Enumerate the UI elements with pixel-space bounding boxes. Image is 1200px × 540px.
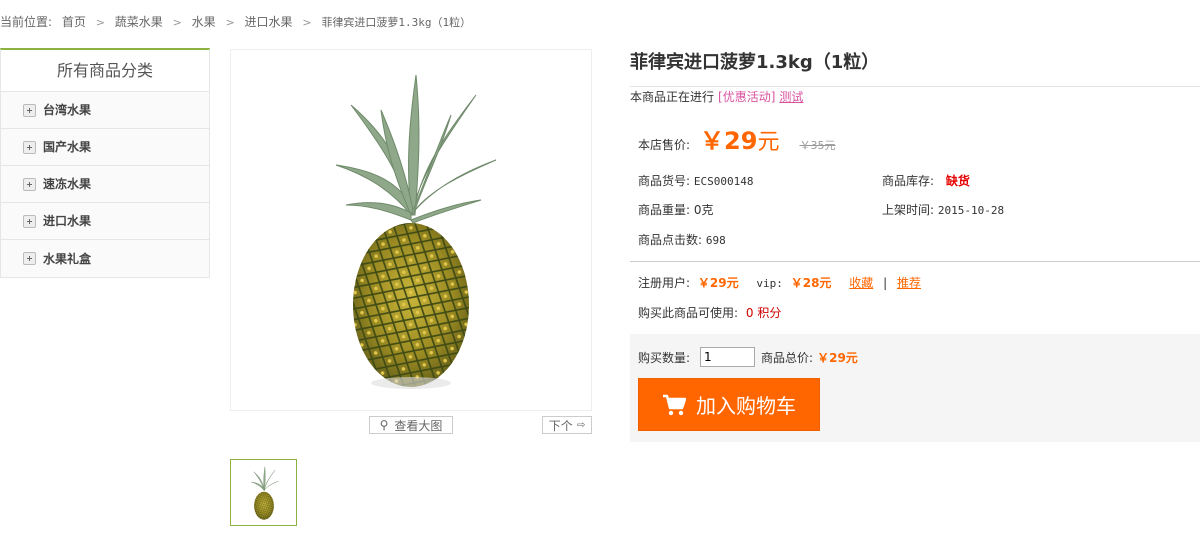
stock-attr: 商品库存: 缺货 [882, 172, 970, 190]
divider [630, 261, 1200, 262]
breadcrumb-home-link[interactable]: 首页 [62, 15, 86, 29]
weight-attr: 商品重量: 0克 [638, 201, 714, 219]
weight-value: 0克 [693, 203, 714, 217]
plus-icon [23, 214, 36, 228]
sidebar-item-domestic-fruit[interactable]: 国产水果 [1, 129, 209, 166]
sku-label: 商品货号: [638, 174, 691, 188]
total-price-label: 商品总价: [761, 350, 814, 365]
breadcrumb-imported-link[interactable]: 进口水果 [245, 15, 293, 29]
sidebar-item-label: 水果礼盒 [43, 251, 92, 266]
chevron-right-icon: > [225, 16, 235, 29]
pineapple-image [335, 74, 497, 389]
product-info: 菲律宾进口菠萝1.3kg（1粒） 本商品正在进行 [优惠活动] 测试 本店售价: ￥… [630, 49, 1200, 442]
breadcrumb-current: 菲律宾进口菠萝1.3kg（1粒） [321, 16, 472, 29]
points-line: 购买此商品可使用: 0 积分 [638, 304, 781, 322]
sidebar-item-imported-fruit[interactable]: 进口水果 [1, 203, 209, 240]
promo-line: 本商品正在进行 [优惠活动] 测试 [630, 88, 803, 106]
shop-price-label: 本店售价: [638, 138, 691, 152]
clicks-label: 商品点击数: [638, 233, 703, 247]
favorite-link[interactable]: 收藏 [849, 276, 873, 290]
view-large-image-label: 查看大图 [394, 418, 443, 433]
breadcrumb-vegfruit-link[interactable]: 蔬菜水果 [115, 15, 163, 29]
quantity-row: 购买数量: 商品总价: ￥29元 [638, 347, 858, 367]
breadcrumb-prefix: 当前位置: [0, 15, 53, 29]
pineapple-thumbnail-image [250, 466, 279, 520]
clicks-value: 698 [705, 234, 726, 247]
sidebar-item-label: 国产水果 [43, 140, 92, 154]
registered-user-price: ￥29元 [697, 276, 739, 290]
breadcrumb: 当前位置: 首页 > 蔬菜水果 > 水果 > 进口水果 > 菲律宾进口菠萝1.3… [0, 13, 471, 31]
arrow-right-icon: ⇨ [576, 419, 586, 431]
promo-text: 本商品正在进行 [630, 90, 715, 104]
registered-user-label: 注册用户: [638, 276, 691, 290]
product-title: 菲律宾进口菠萝1.3kg（1粒） [630, 52, 880, 73]
sidebar-item-label: 台湾水果 [43, 103, 92, 117]
chevron-right-icon: > [302, 16, 312, 29]
promo-tag: [优惠活动] [718, 90, 776, 104]
shop-price-symbol: ￥ [700, 127, 725, 155]
listing-date-attr: 上架时间: 2015-10-28 [882, 201, 1004, 219]
quantity-input[interactable] [700, 347, 756, 367]
weight-label: 商品重量: [638, 203, 691, 217]
stock-value: 缺货 [945, 174, 970, 188]
plus-icon [23, 252, 36, 265]
promo-link[interactable]: 测试 [779, 90, 803, 104]
shop-price-unit: 元 [757, 130, 780, 155]
sidebar-title: 所有商品分类 [1, 50, 209, 92]
vip-price: ￥28元 [790, 276, 832, 290]
chevron-right-icon: > [95, 16, 105, 29]
sidebar-item-taiwan-fruit[interactable]: 台湾水果 [1, 92, 209, 129]
sidebar-item-label: 速冻水果 [43, 177, 92, 191]
chevron-right-icon: > [172, 16, 182, 29]
next-image-button[interactable]: 下个 ⇨ [542, 416, 592, 434]
sku-value: ECS000148 [693, 175, 754, 188]
product-main-image[interactable] [230, 49, 592, 411]
shop-price-row: 本店售价: ￥ 29 元 ￥35元 [638, 121, 836, 155]
separator: | [883, 276, 888, 290]
product-thumbnail[interactable] [230, 459, 297, 526]
sidebar-item-label: 进口水果 [43, 214, 92, 228]
market-price: ￥35元 [799, 139, 836, 152]
sku-attr: 商品货号: ECS000148 [638, 172, 753, 190]
category-sidebar: 所有商品分类 台湾水果 国产水果 速冻水果 进口水果 水果礼盒 [0, 48, 210, 278]
sidebar-item-fruit-gift-box[interactable]: 水果礼盒 [1, 240, 209, 277]
recommend-link[interactable]: 推荐 [897, 276, 921, 290]
next-image-label: 下个 [548, 418, 573, 433]
sidebar-item-frozen-fruit[interactable]: 速冻水果 [1, 166, 209, 203]
total-price-value: ￥29元 [817, 350, 858, 365]
points-value: 0 积分 [745, 306, 782, 320]
clicks-attr: 商品点击数: 698 [638, 231, 726, 249]
plus-icon [23, 140, 36, 154]
member-prices: 注册用户: ￥29元 vip: ￥28元 收藏 | 推荐 [638, 274, 921, 292]
shop-price-value: 29 [724, 127, 758, 155]
vip-label: vip: [756, 277, 783, 290]
quantity-label: 购买数量: [638, 350, 691, 365]
stock-label: 商品库存: [882, 174, 935, 188]
shopping-cart-icon [663, 394, 686, 415]
add-to-cart-label: 加入购物车 [696, 394, 796, 418]
magnifier-icon: ⚲ [379, 418, 389, 432]
listing-date-value: 2015-10-28 [937, 204, 1005, 217]
points-label: 购买此商品可使用: [638, 306, 739, 320]
view-large-image-button[interactable]: ⚲ 查看大图 [369, 416, 453, 434]
plus-icon [23, 103, 36, 117]
listing-date-label: 上架时间: [882, 203, 935, 217]
divider [630, 86, 1200, 87]
breadcrumb-fruit-link[interactable]: 水果 [192, 15, 216, 29]
plus-icon [23, 177, 36, 191]
add-to-cart-button[interactable]: 加入购物车 [638, 378, 820, 431]
